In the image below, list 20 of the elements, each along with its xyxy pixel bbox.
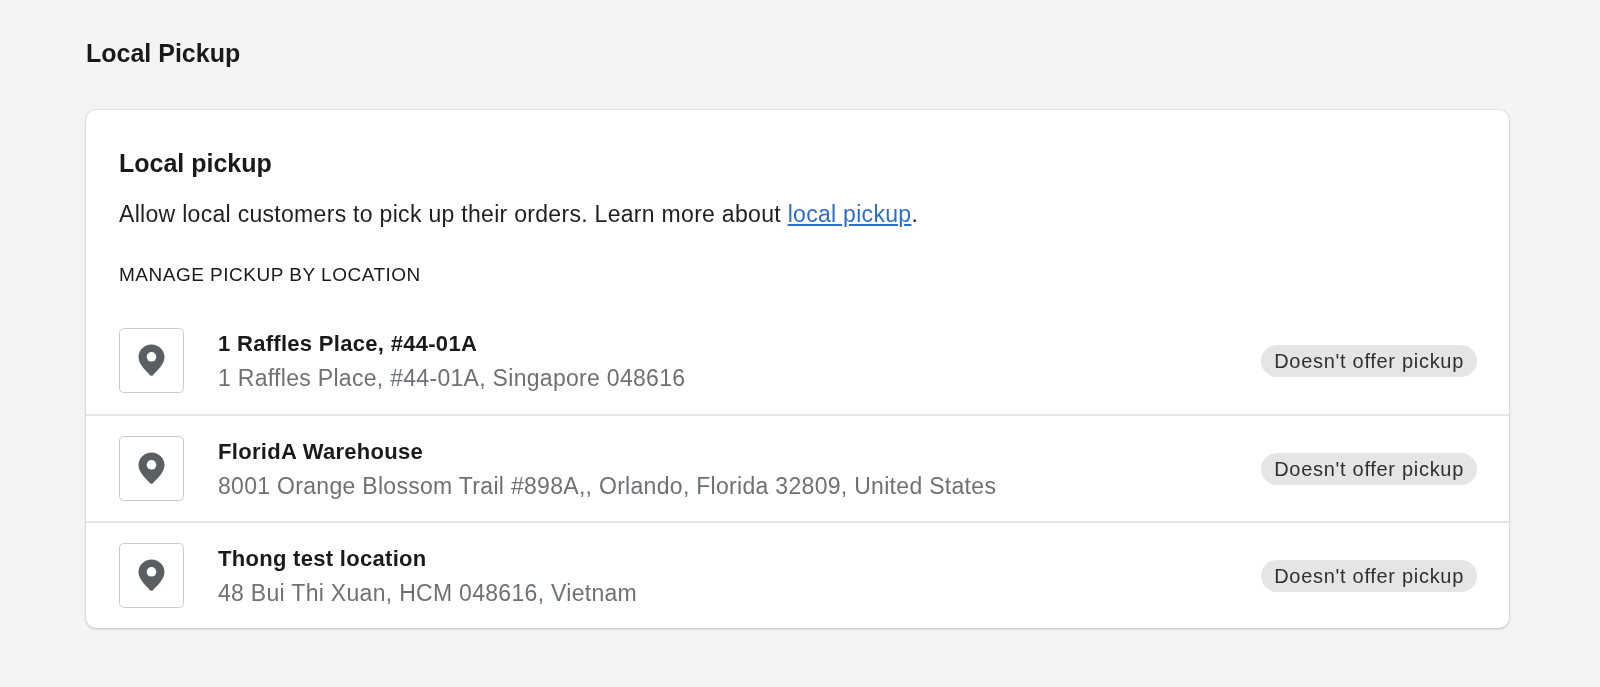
location-row[interactable]: 1 Raffles Place, #44-01A 1 Raffles Place, #44-01A, Singapore 048616 Doesn't offer pickup: [86, 307, 1509, 414]
location-address: 48 Bui Thi Xuan, HCM 048616, Vietnam: [218, 578, 639, 607]
location-row[interactable]: FloridA Warehouse 8001 Orange Blossom Trail #898A,, Orlando, Florida 32809, United States Doesn't offer pickup: [86, 414, 1509, 521]
status-badge: Doesn't offer pickup: [1261, 559, 1477, 592]
section-heading: MANAGE PICKUP BY LOCATION: [119, 263, 422, 287]
learn-more-link[interactable]: local pickup: [787, 201, 912, 227]
page-title: Local Pickup: [86, 38, 242, 68]
location-name: Thong test location: [218, 544, 428, 573]
status-badge: Doesn't offer pickup: [1261, 452, 1477, 485]
location-pin-icon: [119, 328, 184, 393]
location-address: 1 Raffles Place, #44-01A, Singapore 048616: [218, 363, 687, 392]
location-pin-icon: [119, 543, 184, 608]
location-pin-icon: [119, 436, 184, 501]
status-badge: Doesn't offer pickup: [1261, 344, 1477, 377]
location-name: 1 Raffles Place, #44-01A: [218, 329, 479, 358]
description-text: Allow local customers to pick up their orders. Learn more about local pickup.: [119, 200, 920, 229]
location-address: 8001 Orange Blossom Trail #898A,, Orlando, Florida 32809, United States: [218, 471, 998, 500]
card-title: Local pickup: [119, 148, 273, 178]
location-name: FloridA Warehouse: [218, 437, 425, 466]
location-row[interactable]: Thong test location 48 Bui Thi Xuan, HCM 048616, Vietnam Doesn't offer pickup: [86, 521, 1509, 628]
